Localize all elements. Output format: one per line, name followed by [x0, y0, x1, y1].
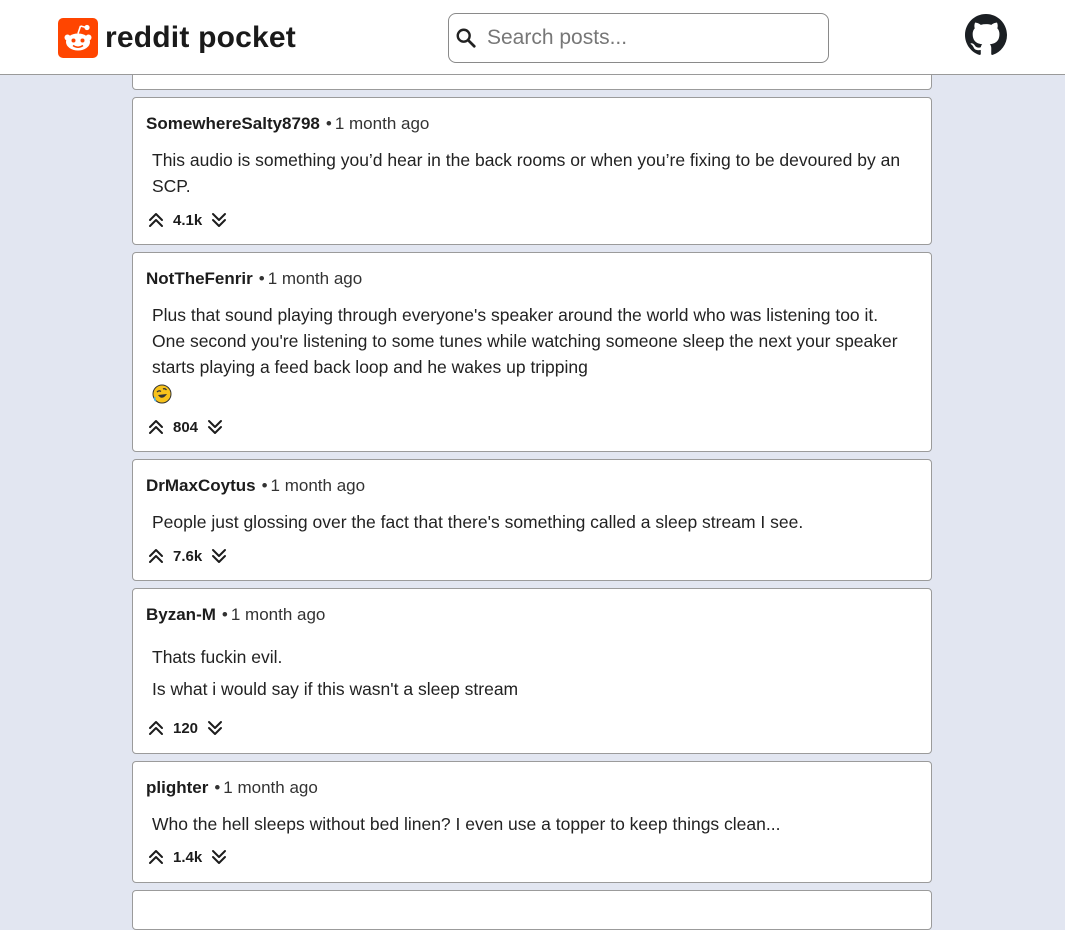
separator-dot: • — [221, 605, 228, 624]
downvote-icon[interactable] — [210, 547, 228, 565]
comment-card-partial — [132, 890, 932, 930]
vote-score: 4.1k — [173, 211, 203, 229]
downvote-icon[interactable] — [210, 848, 228, 866]
brand-title: reddit pocket — [105, 20, 296, 54]
separator-dot: • — [214, 778, 221, 797]
comment-card: DrMaxCoytus • 1 month ago People just glos… — [132, 459, 932, 581]
comment-body: Who the hell sleeps without bed linen? I… — [152, 811, 912, 837]
comment-time: 1 month ago — [223, 778, 318, 797]
vote-score: 1.4k — [173, 848, 203, 866]
rolling-on-floor-laughing-emoji-icon — [152, 384, 172, 404]
upvote-icon[interactable] — [147, 547, 165, 565]
upvote-icon[interactable] — [147, 211, 165, 229]
github-icon[interactable] — [965, 14, 1007, 56]
reddit-logo-icon — [58, 17, 98, 58]
comment-meta: DrMaxCoytus • 1 month ago — [146, 476, 365, 496]
comment-author[interactable]: plighter — [146, 778, 208, 797]
search-icon — [456, 28, 476, 48]
vote-controls: 804 — [147, 417, 224, 437]
comment-author[interactable]: DrMaxCoytus — [146, 476, 256, 495]
vote-controls: 1.4k — [147, 847, 228, 867]
comment-text: People just glossing over the fact that … — [152, 512, 804, 532]
search-box[interactable] — [448, 13, 829, 63]
comment-time: 1 month ago — [270, 476, 366, 495]
comment-time: 1 month ago — [267, 269, 363, 288]
comment-body: Thats fuckin evil. Is what i would say i… — [152, 644, 912, 702]
vote-score: 120 — [173, 719, 199, 737]
comment-body: This audio is something you’d hear in th… — [152, 147, 912, 199]
comment-text: Thats fuckin evil. — [152, 647, 283, 667]
comment-meta: plighter • 1 month ago — [146, 778, 318, 798]
comment-card: Byzan-M • 1 month ago Thats fuckin evil. I… — [132, 588, 932, 754]
comment-body: Plus that sound playing through everyone… — [152, 302, 912, 406]
vote-score: 7.6k — [173, 547, 203, 565]
comment-time: 1 month ago — [230, 605, 326, 624]
vote-controls: 4.1k — [147, 210, 228, 230]
vote-controls: 7.6k — [147, 546, 228, 566]
comment-card: NotTheFenrir • 1 month ago Plus that sound… — [132, 252, 932, 452]
downvote-icon[interactable] — [206, 719, 224, 737]
comment-card: plighter • 1 month ago Who the hell sleeps… — [132, 761, 932, 883]
upvote-icon[interactable] — [147, 719, 165, 737]
comment-author[interactable]: Byzan-M — [146, 605, 216, 624]
search-input[interactable] — [485, 25, 815, 51]
vote-score: 804 — [173, 418, 199, 436]
comment-text: Plus that sound playing through everyone… — [152, 305, 898, 377]
comment-body: People just glossing over the fact that … — [152, 509, 912, 535]
separator-dot: • — [258, 269, 265, 288]
comment-meta: NotTheFenrir • 1 month ago — [146, 269, 362, 289]
comment-text: This audio is something you’d hear in th… — [152, 150, 901, 196]
comment-time: 1 month ago — [334, 114, 430, 133]
comment-author[interactable]: SomewhereSalty8798 — [146, 114, 320, 133]
comment-meta: SomewhereSalty8798 • 1 month ago — [146, 114, 429, 134]
comment-author[interactable]: NotTheFenrir — [146, 269, 253, 288]
comment-text: Who the hell sleeps without bed linen? I… — [152, 814, 781, 834]
top-bar: reddit pocket — [0, 0, 1065, 75]
vote-controls: 120 — [147, 718, 224, 738]
upvote-icon[interactable] — [147, 418, 165, 436]
downvote-icon[interactable] — [206, 418, 224, 436]
comment-card: SomewhereSalty8798 • 1 month ago This audi… — [132, 97, 932, 245]
brand[interactable]: reddit pocket — [58, 17, 296, 58]
comment-meta: Byzan-M • 1 month ago — [146, 605, 325, 625]
downvote-icon[interactable] — [210, 211, 228, 229]
separator-dot: • — [325, 114, 332, 133]
separator-dot: • — [261, 476, 268, 495]
upvote-icon[interactable] — [147, 848, 165, 866]
comment-text: Is what i would say if this wasn't a sle… — [152, 679, 519, 699]
